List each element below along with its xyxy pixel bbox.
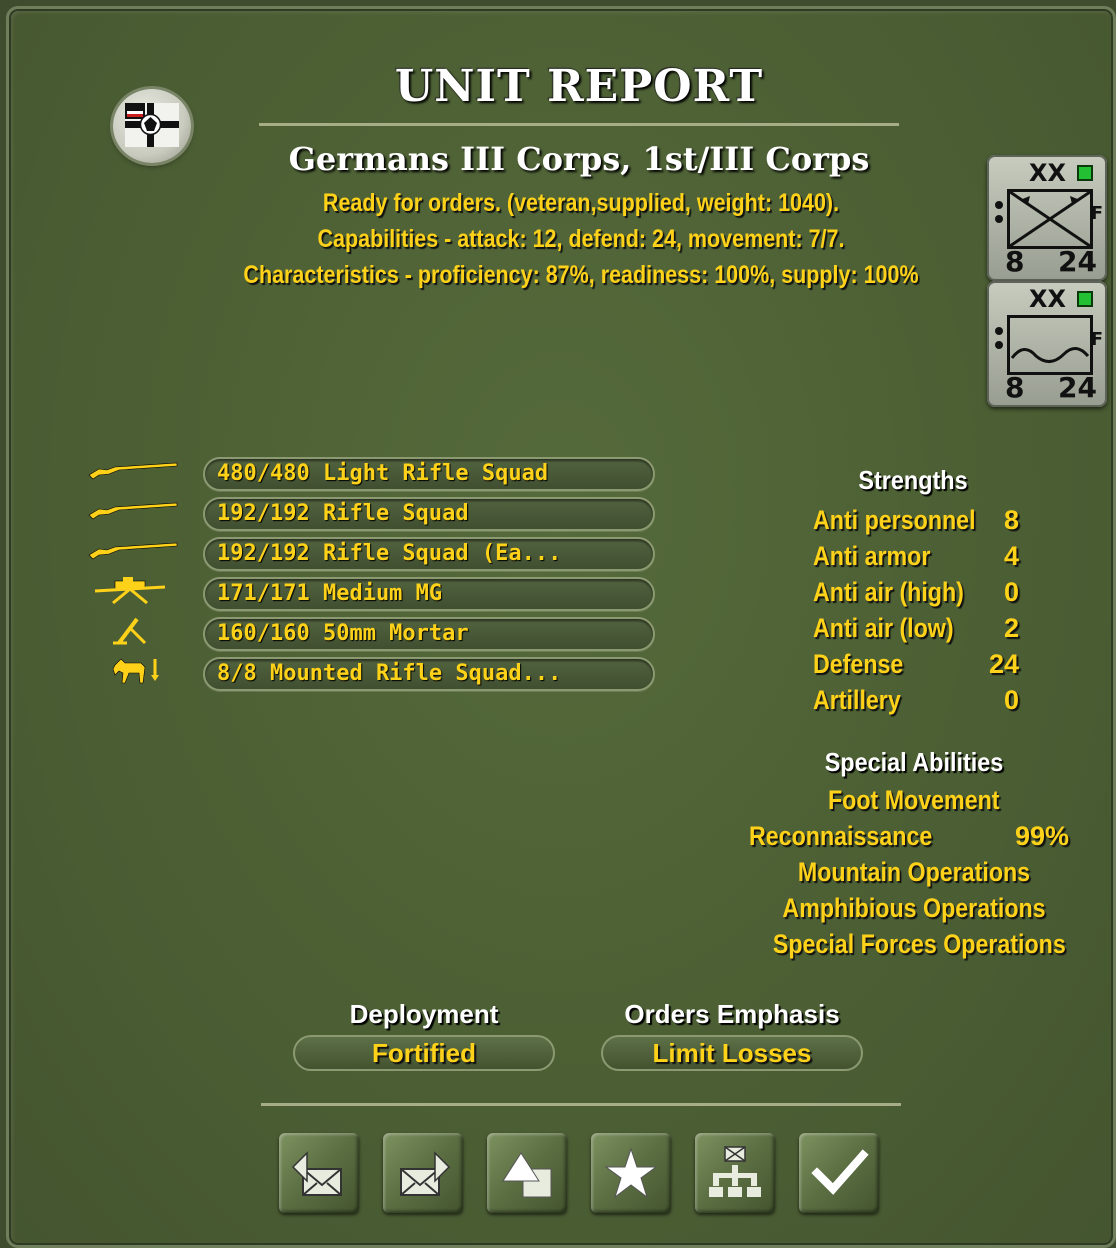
mortar-icon [85,615,181,645]
strength-value: 8 [1003,505,1019,535]
strength-row: Artillery 0 [813,685,1023,721]
machine-gun-icon [85,575,181,605]
strength-row: Anti personnel 8 [813,505,1023,541]
unit-size-label: XX [1029,159,1067,187]
orders-emphasis-heading: Orders Emphasis [624,999,840,1029]
next-unit-button[interactable] [383,1133,463,1213]
equipment-row[interactable]: 192/192 Rifle Squad [203,497,655,531]
ability-item: Foot Movement [749,785,1079,816]
ability-label: Mountain Operations [797,857,1031,887]
equipment-row[interactable]: 160/160 50mm Mortar [203,617,655,651]
bottom-divider [261,1103,901,1106]
unit-size-label: XX [1029,285,1067,313]
counter-defense: 24 [1058,245,1097,278]
strength-label: Artillery [813,685,901,715]
counter-flag-letter: F [1090,203,1103,224]
star-icon [604,1147,658,1199]
strength-label: Defense [813,649,904,679]
equipment-row[interactable]: 192/192 Rifle Squad (Ea... [203,537,655,571]
unit-name: Germans III Corps, 1st/III Corps [288,140,870,178]
strength-value: 2 [1003,613,1019,643]
status-led [1077,165,1093,181]
ability-item: Special Forces Operations [749,929,1079,960]
strength-row: Anti armor 4 [813,541,1023,577]
ability-item: Amphibious Operations [749,893,1079,924]
mountain-symbol-icon [1007,315,1093,375]
deployment-heading: Deployment [349,999,499,1029]
counter-dots [995,201,1003,229]
infantry-symbol-icon [1007,189,1093,249]
orders-emphasis-select[interactable]: Limit Losses [601,1035,863,1071]
confirm-button[interactable] [799,1133,879,1213]
unit-counter-infantry[interactable]: XX F 8 24 [987,155,1107,281]
strength-value: 0 [1003,577,1019,607]
ability-label: Special Forces Operations [772,929,1066,959]
equipment-label: 192/192 Rifle Squad (Ea... [217,541,562,566]
counter-attack: 8 [1005,245,1025,278]
ability-label: Foot Movement [828,785,1000,815]
equipment-row[interactable]: 8/8 Mounted Rifle Squad... [203,657,655,691]
strength-label: Anti personnel [813,505,976,535]
equipment-row[interactable]: 171/171 Medium MG [203,577,655,611]
strengths-heading: Strengths [858,465,968,495]
ability-label: Amphibious Operations [782,893,1046,923]
equipment-label: 160/160 50mm Mortar [217,621,469,646]
page-title: UNIT REPORT [394,61,764,112]
title-divider [259,123,899,126]
strength-label: Anti air (low) [813,613,954,643]
hierarchy-icon [709,1146,761,1197]
strength-row: Defense 24 [813,649,1023,685]
ability-item: Reconnaissance 99% [749,821,1079,852]
equipment-label: 480/480 Light Rifle Squad [217,461,549,486]
next-unit-icon [400,1151,451,1196]
move-up-button[interactable] [487,1133,567,1213]
rifle-icon [85,455,181,485]
deployment-select[interactable]: Fortified [293,1035,555,1071]
ability-value: 99% [1014,821,1069,851]
status-line: Ready for orders. (veteran,supplied, wei… [322,189,840,217]
strength-label: Anti armor [813,541,931,571]
star-button[interactable] [591,1133,671,1213]
strength-row: Anti air (low) 2 [813,613,1023,649]
equipment-label: 171/171 Medium MG [217,581,443,606]
previous-unit-button[interactable] [279,1133,359,1213]
previous-unit-icon [291,1151,342,1196]
strength-value: 24 [988,649,1019,679]
equipment-label: 192/192 Rifle Squad [217,501,469,526]
hierarchy-button[interactable] [695,1133,775,1213]
status-led [1077,291,1093,307]
capabilities-line: Capabilities - attack: 12, defend: 24, m… [317,225,845,253]
equipment-row[interactable]: 480/480 Light Rifle Squad [203,457,655,491]
counter-dots [995,327,1003,355]
horse-icon [85,655,181,685]
characteristics-line: Characteristics - proficiency: 87%, read… [243,261,919,289]
equipment-label: 8/8 Mounted Rifle Squad... [217,661,562,686]
strength-label: Anti air (high) [813,577,964,607]
strength-value: 0 [1003,685,1019,715]
checkmark-icon [811,1149,869,1195]
ability-item: Mountain Operations [749,857,1079,888]
unit-report-panel: UNIT REPORT Germans III Corps, 1st/III C… [6,6,1116,1248]
strength-value: 4 [1003,541,1019,571]
rifle-icon [85,495,181,525]
rifle-icon [85,535,181,565]
unit-counter-mountain[interactable]: XX F 8 24 [987,281,1107,407]
counter-attack: 8 [1005,371,1025,404]
counter-flag-letter: F [1090,329,1103,350]
special-abilities-heading: Special Abilities [824,747,1004,777]
counter-defense: 24 [1058,371,1097,404]
move-up-icon [502,1152,552,1198]
strength-row: Anti air (high) 0 [813,577,1023,613]
ability-label: Reconnaissance [749,821,933,851]
